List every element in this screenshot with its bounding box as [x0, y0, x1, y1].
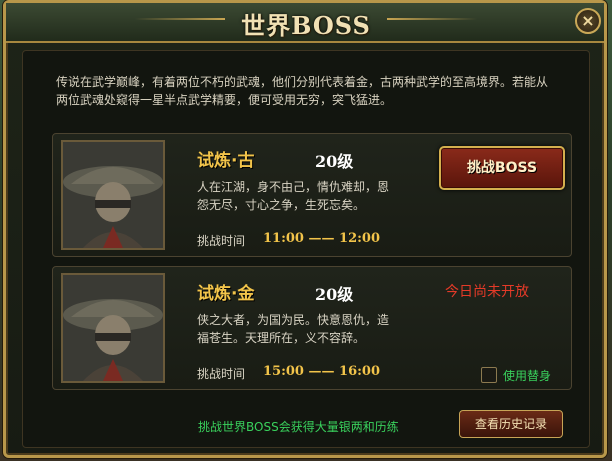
time-range: 15:00 —— 16:00 — [263, 364, 381, 379]
boss-portrait — [61, 273, 165, 383]
boss-name: 试炼·古 — [197, 151, 255, 171]
boss-card: 试炼·金 20级 侠之大者，为国为民。快意恩仇，造福苍生。天理所在，义不容辞。 … — [52, 266, 572, 390]
boss-portrait — [61, 140, 165, 250]
not-open-status: 今日尚未开放 — [445, 284, 529, 300]
intro-text: 传说在武学巅峰，有着两位不朽的武魂，他们分别代表着金，古两种武学的至高境界。若能… — [56, 75, 549, 107]
reward-info: 挑战世界BOSS会获得大量银两和历练 — [198, 420, 399, 434]
boss-level: 20级 — [315, 285, 354, 304]
boss-card: 试炼·古 20级 人在江湖，身不由己，情仇难却，恩怨无尽，寸心之争，生死忘矣。 … — [52, 133, 572, 257]
window-title: 世界BOSS — [241, 11, 371, 40]
boss-name: 试炼·金 — [197, 284, 255, 304]
close-button[interactable]: × — [575, 8, 601, 34]
substitute-label: 使用替身 — [503, 369, 552, 383]
challenge-boss-button[interactable]: 挑战BOSS — [439, 146, 565, 190]
boss-level: 20级 — [315, 152, 354, 171]
time-label: 挑战时间 — [197, 234, 246, 248]
view-history-button[interactable]: 查看历史记录 — [459, 410, 563, 438]
time-label: 挑战时间 — [197, 367, 246, 381]
boss-description: 侠之大者，为国为民。快意恩仇，造福苍生。天理所在，义不容辞。 — [197, 313, 390, 345]
time-range: 11:00 —— 12:00 — [263, 231, 381, 246]
boss-description: 人在江湖，身不由己，情仇难却，恩怨无尽，寸心之争，生死忘矣。 — [197, 180, 390, 212]
substitute-checkbox[interactable] — [481, 367, 497, 383]
